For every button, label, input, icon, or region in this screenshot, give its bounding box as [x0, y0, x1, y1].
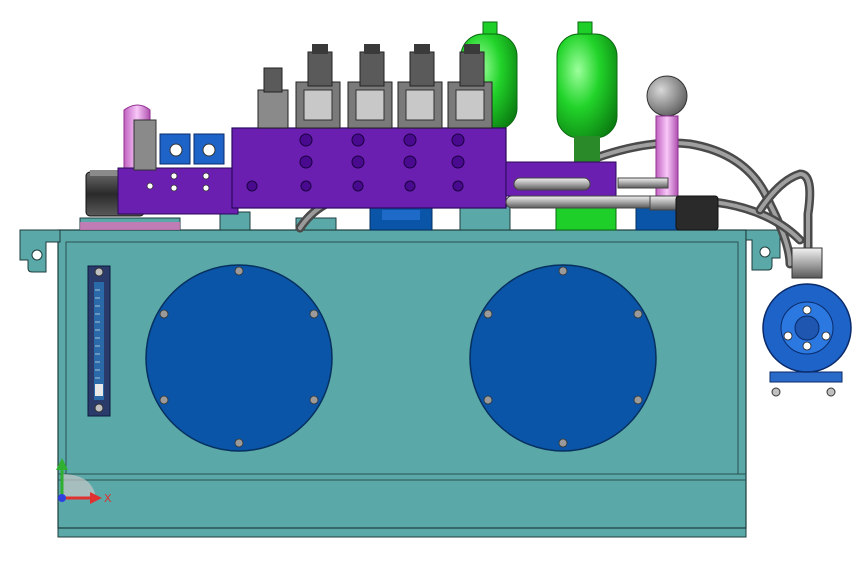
- oil-tank[interactable]: [19, 229, 781, 529]
- valve-stack-3[interactable]: [397, 44, 443, 129]
- accumulator-mounts[interactable]: [369, 205, 681, 231]
- hydraulic-power-unit-drawing[interactable]: X: [0, 0, 867, 562]
- check-valve[interactable]: [675, 195, 719, 231]
- z-axis-dot: [58, 494, 66, 502]
- valve-stack-1[interactable]: [295, 44, 341, 129]
- relief-valve[interactable]: [257, 67, 289, 129]
- cad-viewport[interactable]: X: [0, 0, 867, 562]
- x-axis-label: X: [104, 492, 112, 505]
- cleanout-cover-right[interactable]: [469, 264, 657, 452]
- hydraulic-pump[interactable]: [762, 247, 852, 397]
- valve-stack-2[interactable]: [347, 44, 393, 129]
- oil-level-gauge[interactable]: [87, 265, 111, 417]
- small-valve-block[interactable]: [117, 119, 239, 215]
- cleanout-cover-left[interactable]: [145, 264, 333, 452]
